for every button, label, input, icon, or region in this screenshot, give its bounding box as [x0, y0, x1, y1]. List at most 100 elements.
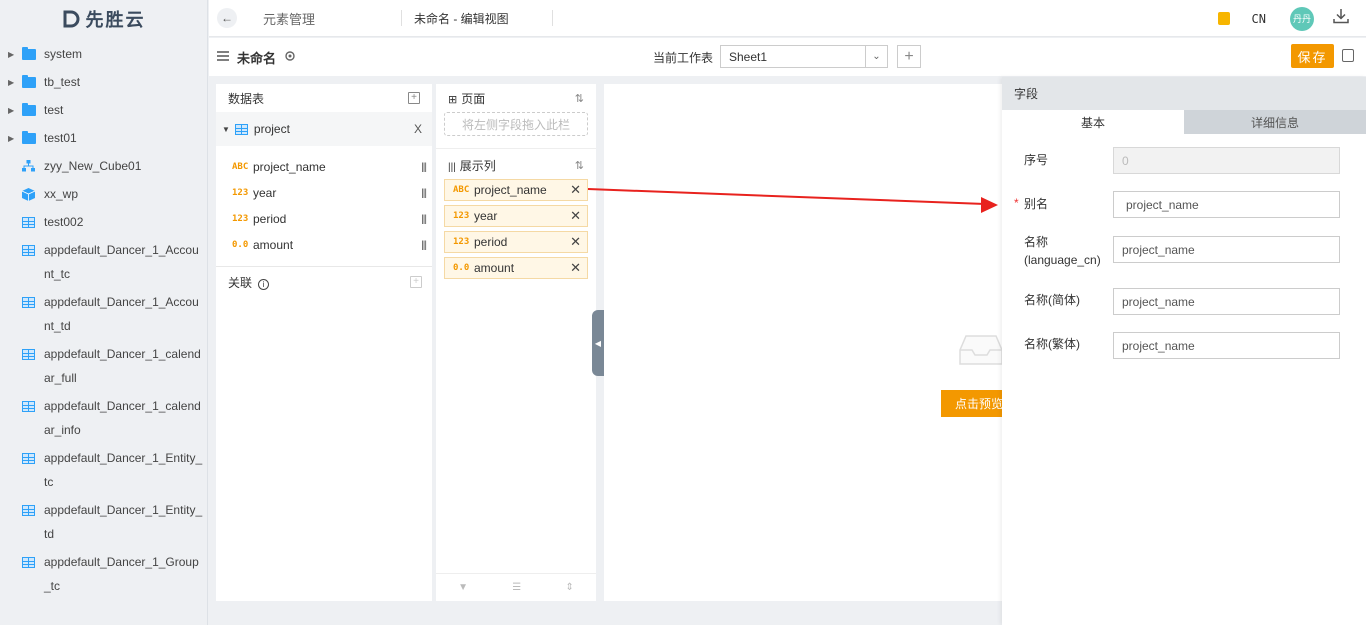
text-type-icon: ABC — [232, 162, 249, 172]
caret-right-icon[interactable]: ▶ — [8, 124, 22, 152]
number-type-icon: 123 — [232, 214, 249, 224]
save-as-icon[interactable] — [1342, 49, 1354, 62]
collapse-handle[interactable]: ◀ — [592, 310, 604, 376]
field-label: 名称(简体) — [1024, 293, 1080, 307]
layout-fields-panel: ⊞ 页面 ⇅ 将左侧字段拖入此栏 ||| 展示列 ⇅ ABC project_nam… — [436, 84, 596, 601]
notification-icon[interactable] — [1217, 12, 1230, 25]
column-chip[interactable]: ABC project_name ✕ — [444, 179, 588, 201]
tree-item-entity-td[interactable]: appdefault_Dancer_1_Entity_td — [0, 496, 207, 548]
panel-title: 数据表 — [228, 91, 265, 106]
caret-down-icon[interactable]: ▼ — [222, 125, 230, 134]
language-switch[interactable]: CN — [1252, 12, 1266, 26]
sort-icon[interactable]: ⇅ — [575, 159, 584, 172]
tree-item-test01[interactable]: ▶ test01 — [0, 124, 207, 152]
caret-right-icon[interactable]: ▶ — [8, 68, 22, 96]
back-button[interactable]: ← — [217, 8, 237, 28]
add-sheet-button[interactable]: + — [897, 45, 921, 68]
tree-item-xx-wp[interactable]: xx_wp — [0, 180, 207, 208]
field-item[interactable]: 123 year ||| — [216, 180, 432, 206]
column-chip[interactable]: 123 period ✕ — [444, 231, 588, 253]
drag-handle-icon[interactable]: ||| — [421, 188, 427, 199]
column-name: year — [474, 209, 498, 223]
tree-item-calendar-full[interactable]: appdefault_Dancer_1_calendar_full — [0, 340, 207, 392]
tree-item-calendar-info[interactable]: appdefault_Dancer_1_calendar_info — [0, 392, 207, 444]
info-icon[interactable]: i — [258, 278, 270, 290]
caret-right-icon[interactable]: ▶ — [8, 96, 22, 124]
sheet-label: 当前工作表 — [653, 50, 714, 65]
name-cn-field[interactable]: project_name — [1113, 236, 1340, 263]
remove-table-button[interactable]: X — [414, 122, 422, 136]
drag-handle-icon[interactable]: ||| — [421, 214, 427, 225]
sort-icon[interactable]: ⇅ — [575, 92, 584, 105]
column-name: period — [474, 235, 508, 249]
tab-details[interactable]: 详细信息 — [1184, 110, 1366, 134]
tree-item-label: tb_test — [44, 75, 81, 89]
tree-item-system[interactable]: ▶ system — [0, 40, 207, 68]
logo: 先胜云 — [0, 0, 207, 38]
download-icon[interactable] — [1332, 8, 1350, 29]
divider — [552, 10, 553, 26]
close-icon[interactable]: ✕ — [570, 234, 581, 250]
tab-basic[interactable]: 基本 — [1002, 110, 1184, 134]
drag-handle-icon[interactable]: ||| — [421, 162, 427, 173]
name-traditional-field[interactable]: project_name — [1113, 332, 1340, 359]
chevron-left-icon: ◀ — [594, 338, 602, 348]
name-simplified-field[interactable]: project_name — [1113, 288, 1340, 315]
drag-handle-icon[interactable]: ||| — [421, 240, 427, 251]
tree-item-label: test01 — [44, 131, 77, 145]
tree-item-label: test002 — [44, 215, 84, 229]
tree-item-account-td[interactable]: appdefault_Dancer_1_Account_td — [0, 288, 207, 340]
close-icon[interactable]: ✕ — [570, 182, 581, 198]
tree-item-entity-tc[interactable]: appdefault_Dancer_1_Entity_tc — [0, 444, 207, 496]
preview-button[interactable]: 点击预览 — [941, 390, 1003, 417]
logo-icon — [63, 10, 79, 28]
column-name: amount — [474, 261, 515, 275]
folder-icon — [22, 68, 38, 96]
tree-item-test002[interactable]: test002 — [0, 208, 207, 236]
tree-item-label: appdefault_Dancer_1_Group_tc — [44, 555, 199, 593]
sheet-select-value: Sheet1 — [729, 49, 768, 64]
arrow-left-icon: ← — [221, 11, 233, 25]
gear-icon[interactable] — [284, 50, 296, 65]
field-item[interactable]: ABC project_name ||| — [216, 154, 432, 180]
tree-item-group-tc[interactable]: appdefault_Dancer_1_Group_tc — [0, 548, 207, 600]
table-name: project — [253, 122, 290, 136]
add-table-icon[interactable]: + — [408, 92, 420, 104]
chevron-down-icon[interactable]: ⌄ — [865, 46, 887, 67]
layers-icon[interactable] — [217, 50, 229, 64]
tab-title[interactable]: 未命名 - 编辑视图 — [402, 10, 552, 27]
sheet-select[interactable]: Sheet1 ⌄ — [720, 45, 888, 68]
page-drop-zone[interactable]: 将左侧字段拖入此栏 — [444, 112, 588, 136]
save-button[interactable]: 保存 — [1291, 44, 1334, 68]
top-right-tools: CN 丹丹 — [1217, 0, 1366, 37]
relation-section: 关联 i + — [216, 267, 432, 297]
folder-icon — [22, 96, 38, 124]
tree-item-test[interactable]: ▶ test — [0, 96, 207, 124]
empty-box-icon — [959, 335, 1003, 365]
top-bar: ← 元素管理 未命名 - 编辑视图 CN 丹丹 — [209, 0, 1366, 37]
close-icon[interactable]: ✕ — [570, 260, 581, 276]
folder-icon — [22, 124, 38, 152]
caret-right-icon[interactable]: ▶ — [8, 40, 22, 68]
fields-footer: ▼ ☰ ⇕ — [436, 573, 596, 601]
field-item[interactable]: 0.0 amount ||| — [216, 232, 432, 258]
field-item[interactable]: 123 period ||| — [216, 206, 432, 232]
table-icon — [22, 208, 38, 236]
field-label: 名称 (language_cn) — [1024, 235, 1101, 267]
cube-icon — [22, 180, 38, 208]
column-chip[interactable]: 0.0 amount ✕ — [444, 257, 588, 279]
logo-text: 先胜云 — [85, 10, 146, 30]
sort-toggle-icon[interactable]: ⇕ — [565, 582, 573, 593]
add-relation-icon[interactable]: + — [410, 276, 422, 288]
tree-item-tb-test[interactable]: ▶ tb_test — [0, 68, 207, 96]
breadcrumb[interactable]: 元素管理 — [263, 9, 401, 28]
tree-item-zyy-new-cube01[interactable]: zyy_New_Cube01 — [0, 152, 207, 180]
table-header-project[interactable]: ▼ project X — [216, 112, 432, 146]
column-chip[interactable]: 123 year ✕ — [444, 205, 588, 227]
alias-field[interactable]: project_name — [1113, 191, 1340, 218]
filter-icon[interactable]: ▼ — [458, 582, 468, 593]
list-icon[interactable]: ☰ — [512, 582, 521, 593]
avatar[interactable]: 丹丹 — [1290, 6, 1314, 31]
tree-item-account-tc[interactable]: appdefault_Dancer_1_Account_tc — [0, 236, 207, 288]
close-icon[interactable]: ✕ — [570, 208, 581, 224]
